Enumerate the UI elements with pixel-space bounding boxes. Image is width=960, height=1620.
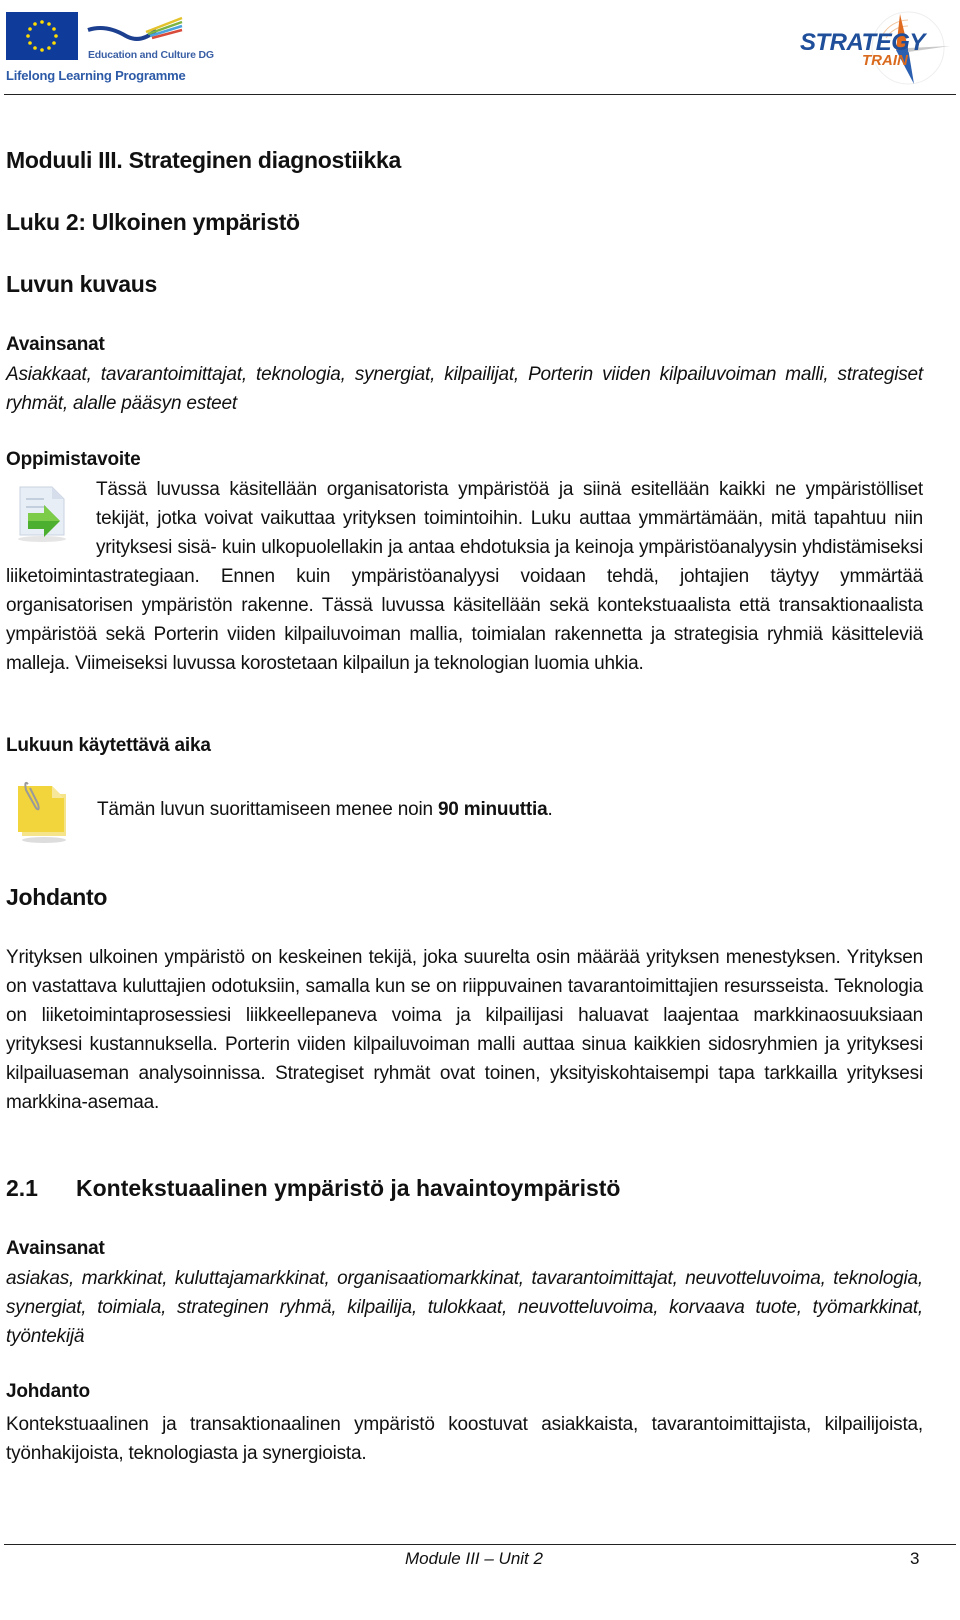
eu-flag-icon <box>6 12 78 60</box>
section-heading: 2.1 Kontekstuaalinen ympäristö ja havaint… <box>6 1175 620 1202</box>
page-number: 3 <box>910 1549 920 1568</box>
description-heading: Luvun kuvaus <box>6 271 158 297</box>
time-duration: 90 minuuttia <box>437 799 548 820</box>
section-keywords-text: asiakas, markkinat, kuluttajamarkkinat, … <box>6 1268 923 1347</box>
chapter-title: Luku 2: Ulkoinen ympäristö <box>6 209 300 235</box>
header-divider <box>4 94 956 95</box>
time-heading: Lukuun käytettävä aika <box>6 735 211 756</box>
section-intro-text: Kontekstuaalinen ja transaktionaalinen y… <box>6 1414 923 1464</box>
section-keywords-heading: Avainsanat <box>6 1238 105 1259</box>
logo-train-word: TRAIN <box>862 52 908 69</box>
footer-divider <box>4 1544 956 1545</box>
module-title: Moduuli III. Strateginen diagnostiikka <box>6 147 401 173</box>
programme-label: Lifelong Learning Programme <box>6 68 186 83</box>
dg-label: Education and Culture DG <box>88 49 214 61</box>
llp-swoosh-icon <box>86 10 186 46</box>
keywords-text: Asiakkaat, tavarantoimittajat, teknologi… <box>6 364 923 414</box>
section-intro-heading: Johdanto <box>6 1381 90 1402</box>
note-paperclip-icon <box>14 778 74 849</box>
section-number: 2.1 <box>6 1175 38 1201</box>
section-title: Kontekstuaalinen ympäristö ja havaintoym… <box>76 1175 621 1201</box>
objective-heading: Oppimistavoite <box>6 449 141 470</box>
footer-label: Module III – Unit 2 <box>405 1549 543 1568</box>
keywords-heading: Avainsanat <box>6 334 105 355</box>
intro-text: Yrityksen ulkoinen ympäristö on keskeine… <box>6 947 923 1113</box>
time-text: Tämän luvun suorittamiseen menee noin 90… <box>97 799 553 820</box>
document-arrow-icon <box>6 475 96 562</box>
intro-heading: Johdanto <box>6 884 108 910</box>
objective-text: Tässä luvussa käsitellään organisatorist… <box>6 479 923 674</box>
objective-block: Tässä luvussa käsitellään organisatorist… <box>6 475 923 678</box>
